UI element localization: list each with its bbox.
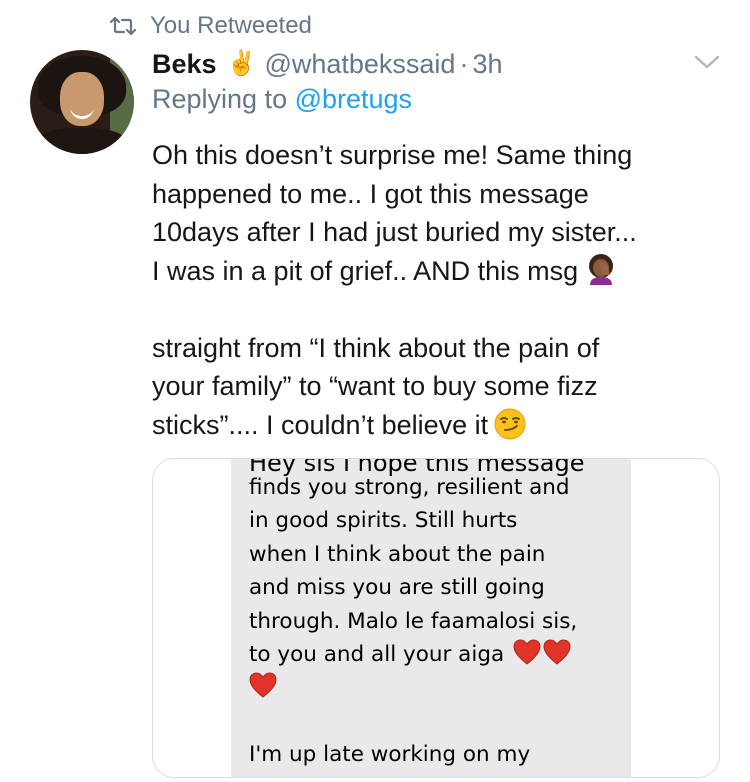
retweet-icon (110, 16, 136, 36)
tweet-timestamp[interactable]: 3h (472, 49, 502, 80)
tweet-line: I was in a pit of grief.. AND this msg (152, 252, 712, 291)
message-line: and miss you are still going (249, 575, 545, 601)
message-line: I'm up late working on my (249, 742, 531, 768)
tweet-line: your family” to “want to buy some fizz (152, 371, 598, 401)
red-heart-icon (249, 672, 277, 699)
message-line: to you and all your aiga (249, 638, 621, 671)
tweet-line: 10days after I had just buried my sister… (152, 217, 637, 247)
victory-hand-icon: ✌ (226, 50, 257, 77)
message-text: finds you strong, resilient and in good … (249, 471, 621, 772)
message-line: in good spirits. Still hurts (249, 508, 518, 534)
retweet-label: You Retweeted (150, 12, 312, 39)
author-handle[interactable]: @whatbekssaid (264, 49, 455, 80)
author-name[interactable]: Beks (152, 49, 217, 80)
tweet-line: straight from “I think about the pain of (152, 332, 600, 363)
facepalm-emoji-icon (589, 253, 614, 285)
message-line (249, 671, 621, 704)
reply-mention-link[interactable]: @bretugs (295, 84, 412, 114)
tweet-header: Beks ✌ @whatbekssaid · 3h (152, 44, 503, 84)
red-heart-icon (543, 639, 571, 665)
red-heart-icon (513, 639, 541, 665)
message-line: when I think about the pain (249, 541, 546, 567)
separator-dot: · (459, 48, 469, 79)
retweet-context: You Retweeted (110, 8, 312, 44)
chevron-down-icon[interactable] (694, 54, 720, 70)
smirk-emoji-icon (494, 408, 526, 439)
tweet-text: Oh this doesn’t surprise me! Same thing … (152, 136, 712, 444)
message-line: finds you strong, resilient and (249, 475, 570, 500)
tweet-line: sticks”.... I couldn’t believe it (152, 406, 712, 445)
tweet-media-card[interactable]: Hey sis I hope this message finds you st… (152, 458, 720, 778)
tweet-line: happened to me.. I got this message (152, 178, 589, 209)
message-screenshot: Hey sis I hope this message finds you st… (231, 459, 631, 777)
tweet-line: Oh this doesn’t surprise me! Same thing (152, 140, 633, 170)
replying-to-label: Replying to (152, 84, 295, 114)
avatar[interactable] (30, 50, 134, 154)
replying-to: Replying to @bretugs (152, 84, 412, 115)
message-line: through. Malo le faamalosi sis, (249, 608, 578, 634)
